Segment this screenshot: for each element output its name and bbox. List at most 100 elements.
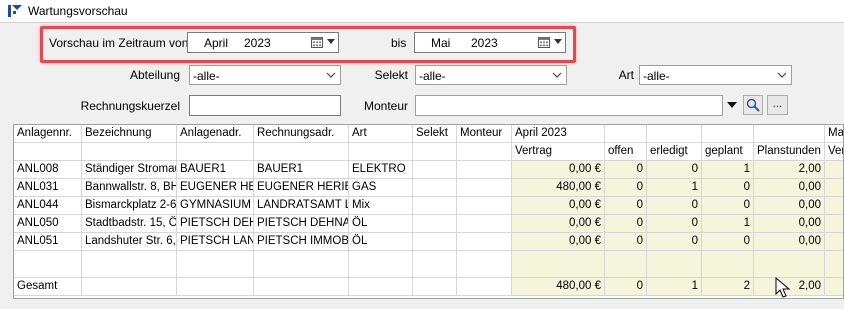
table-cell[interactable]: LANDRATSAMT L	[254, 197, 349, 215]
table-cell[interactable]: EUGENER HE	[177, 179, 254, 197]
search-button[interactable]	[743, 95, 763, 115]
table-cell[interactable]: 0	[647, 161, 702, 179]
header-anlagennr[interactable]: Anlagennr.	[14, 125, 82, 143]
monteur-dropdown-button[interactable]	[724, 95, 740, 115]
art-select[interactable]: -alle-	[639, 65, 792, 85]
subheader-blank	[177, 143, 254, 161]
table-cell[interactable]: 0	[647, 215, 702, 233]
table-cell[interactable]: Landshuter Str. 6,	[82, 233, 177, 251]
table-row-anlagennr[interactable]: ANL044	[14, 197, 82, 215]
table-cell[interactable]: 0	[605, 233, 647, 251]
abteilung-label: Abteilung	[129, 68, 180, 82]
table-cell[interactable]	[413, 161, 457, 179]
subheader-blank	[82, 143, 177, 161]
header-mai[interactable]: Ma	[825, 125, 843, 143]
table-cell[interactable]: Bannwallstr. 8, BH	[82, 179, 177, 197]
maintenance-grid[interactable]: Anlagennr. Bezeichnung Anlagenadr. Rechn…	[13, 124, 844, 299]
table-cell[interactable]	[825, 197, 843, 215]
table-cell[interactable]: PIETSCH LAN	[177, 233, 254, 251]
table-cell[interactable]: 0	[702, 233, 754, 251]
table-cell[interactable]	[413, 197, 457, 215]
table-cell[interactable]: PIETSCH DEHNAI	[254, 215, 349, 233]
table-row-anlagennr[interactable]: ANL051	[14, 233, 82, 251]
table-cell[interactable]: 0	[605, 215, 647, 233]
table-cell[interactable]	[413, 215, 457, 233]
subheader-vertrag[interactable]: Vertrag	[512, 143, 605, 161]
selekt-select[interactable]: -alle-	[415, 65, 567, 85]
table-cell[interactable]: 0,00	[754, 179, 825, 197]
total-cell	[825, 278, 843, 296]
subheader-erledigt[interactable]: erledigt	[647, 143, 702, 161]
table-cell[interactable]: 0,00 €	[512, 161, 605, 179]
header-bezeichnung[interactable]: Bezeichnung	[82, 125, 177, 143]
header-rechnungsadr[interactable]: Rechnungsadr.	[254, 125, 349, 143]
abteilung-select[interactable]: -alle-	[189, 65, 341, 85]
table-cell[interactable]: 0,00	[754, 233, 825, 251]
subheader-geplant[interactable]: geplant	[702, 143, 754, 161]
total-label: Gesamt	[14, 278, 82, 296]
rechnungskuerzel-input[interactable]	[189, 95, 341, 116]
table-row-anlagennr[interactable]: ANL008	[14, 161, 82, 179]
table-cell[interactable]: 0	[702, 197, 754, 215]
table-cell[interactable]: 0	[605, 179, 647, 197]
subheader-blank	[349, 143, 413, 161]
subheader-vertrag-mai[interactable]: Ver	[825, 143, 843, 161]
table-cell[interactable]: 480,00 €	[512, 179, 605, 197]
table-cell[interactable]: PIETSCH DEH	[177, 215, 254, 233]
subheader-blank	[457, 143, 512, 161]
magnifier-icon	[746, 98, 760, 112]
table-cell[interactable]	[825, 233, 843, 251]
table-cell[interactable]: Mix	[349, 197, 413, 215]
empty-cell	[82, 251, 177, 278]
table-cell[interactable]: 0,00	[754, 215, 825, 233]
table-cell[interactable]: 0	[605, 197, 647, 215]
header-april-2023[interactable]: April 2023	[512, 125, 605, 143]
table-cell[interactable]: 2,00	[754, 161, 825, 179]
table-cell[interactable]: Stadtbadstr. 15, Ö	[82, 215, 177, 233]
table-cell[interactable]	[825, 179, 843, 197]
table-cell[interactable]: ÖL	[349, 215, 413, 233]
header-monteur[interactable]: Monteur	[457, 125, 512, 143]
table-row-anlagennr[interactable]: ANL031	[14, 179, 82, 197]
table-cell[interactable]: 0,00 €	[512, 197, 605, 215]
more-button[interactable]: ...	[767, 95, 788, 115]
table-cell[interactable]: GAS	[349, 179, 413, 197]
table-cell[interactable]: ÖL	[349, 233, 413, 251]
table-cell[interactable]: Bismarckplatz 2-6	[82, 197, 177, 215]
table-cell[interactable]	[457, 233, 512, 251]
header-anlagenadr[interactable]: Anlagenadr.	[177, 125, 254, 143]
table-cell[interactable]: 0,00	[754, 197, 825, 215]
table-row-anlagennr[interactable]: ANL050	[14, 215, 82, 233]
subheader-planstunden[interactable]: Planstunden	[754, 143, 825, 161]
table-cell[interactable]: 0,00 €	[512, 233, 605, 251]
table-cell[interactable]: 0	[647, 197, 702, 215]
table-cell[interactable]: 0,00 €	[512, 215, 605, 233]
table-cell[interactable]: GYMNASIUM :	[177, 197, 254, 215]
table-cell[interactable]	[413, 233, 457, 251]
table-cell[interactable]: BAUER1	[177, 161, 254, 179]
header-art[interactable]: Art	[349, 125, 413, 143]
table-cell[interactable]	[413, 179, 457, 197]
table-cell[interactable]: 1	[647, 179, 702, 197]
table-cell[interactable]: 0	[647, 233, 702, 251]
table-cell[interactable]: PIETSCH IMMOBI	[254, 233, 349, 251]
table-cell[interactable]: 0	[702, 179, 754, 197]
table-cell[interactable]: ELEKTRO	[349, 161, 413, 179]
table-cell[interactable]: 0	[605, 161, 647, 179]
table-cell[interactable]: Ständiger Stromau	[82, 161, 177, 179]
header-selekt[interactable]: Selekt	[413, 125, 457, 143]
table-cell[interactable]	[825, 215, 843, 233]
table-cell[interactable]	[457, 215, 512, 233]
table-cell[interactable]	[457, 179, 512, 197]
table-cell[interactable]	[825, 161, 843, 179]
header-blank	[647, 125, 702, 143]
table-cell[interactable]	[457, 197, 512, 215]
monteur-input[interactable]	[415, 95, 723, 116]
table-cell[interactable]	[457, 161, 512, 179]
table-cell[interactable]: EUGENER HERIB	[254, 179, 349, 197]
subheader-offen[interactable]: offen	[605, 143, 647, 161]
table-cell[interactable]: 1	[702, 215, 754, 233]
empty-cell	[457, 251, 512, 278]
table-cell[interactable]: BAUER1	[254, 161, 349, 179]
table-cell[interactable]: 1	[702, 161, 754, 179]
